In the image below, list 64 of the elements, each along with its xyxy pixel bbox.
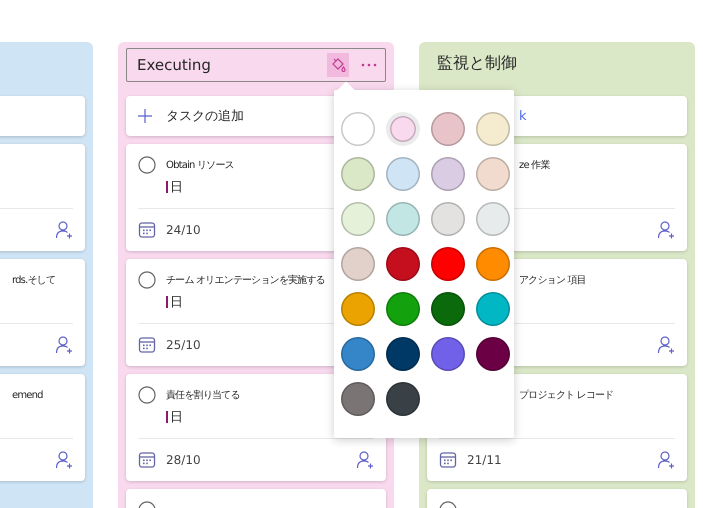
due-date: 21/11 [467,453,502,467]
paint-bucket-icon[interactable] [327,53,349,77]
calendar-icon [138,336,156,354]
more-options-icon[interactable] [361,63,377,67]
task-title: チーム オリエンテーションを実施する [166,274,325,287]
color-swatch[interactable] [386,202,420,236]
due-date: 24/10 [166,223,201,237]
task-title: Obtain リソース [166,159,234,172]
add-person-icon[interactable] [55,221,73,239]
color-swatch[interactable] [340,292,374,326]
color-swatch[interactable] [430,112,464,146]
add-task-label[interactable]: タスクの追加 [166,107,244,125]
calendar-icon [439,451,457,469]
add-person-icon[interactable] [657,336,675,354]
checkbox-circle-icon[interactable] [138,156,156,174]
color-swatch[interactable] [430,202,464,236]
task-title: emend [12,390,43,400]
task-title: rds.そして [12,274,56,287]
color-swatch[interactable] [476,337,510,371]
color-swatch[interactable] [430,247,464,281]
color-swatch[interactable] [386,112,420,146]
color-swatch[interactable] [476,202,510,236]
color-swatch[interactable] [340,337,374,371]
due-date: 25/10 [166,338,201,352]
color-swatch[interactable] [340,382,374,416]
add-person-icon[interactable] [55,451,73,469]
color-swatch[interactable] [386,292,420,326]
color-swatch[interactable] [386,157,420,191]
calendar-icon [138,221,156,239]
task-title: プロジェクト レコード [519,388,614,402]
task-title: ze 作業 [519,158,550,172]
task-card[interactable]: rds.そして [0,259,85,366]
due-date: 28/10 [166,453,201,467]
task-title: 責任を割り当てる [166,388,240,402]
bucket-name-field[interactable]: Executing [126,48,386,82]
color-swatch[interactable] [476,157,510,191]
task-card[interactable]: emend [0,374,85,481]
checkbox-circle-icon[interactable] [138,271,156,289]
task-duration: 日 [170,294,183,311]
add-person-icon[interactable] [356,451,374,469]
add-task-label[interactable]: k [519,108,527,124]
add-person-icon[interactable] [657,451,675,469]
bucket-title: 監視と制御 [436,52,517,74]
task-duration: 日 [170,409,183,426]
color-swatch[interactable] [476,292,510,326]
color-swatch[interactable] [476,112,510,146]
color-swatch[interactable] [430,157,464,191]
add-person-icon[interactable] [55,336,73,354]
color-swatch[interactable] [340,202,374,236]
plus-icon [138,109,152,123]
color-swatch[interactable] [340,112,374,146]
color-swatch[interactable] [386,247,420,281]
checkbox-circle-icon[interactable] [138,386,156,404]
task-duration: 日 [170,179,183,196]
color-swatch[interactable] [340,157,374,191]
calendar-icon [138,451,156,469]
color-swatch[interactable] [386,382,420,416]
add-person-icon[interactable] [657,221,675,239]
color-swatch[interactable] [386,337,420,371]
color-swatch[interactable] [340,247,374,281]
color-swatch[interactable] [430,337,464,371]
task-title: アクション 項目 [519,274,586,287]
color-swatch[interactable] [430,292,464,326]
color-swatch[interactable] [476,247,510,281]
